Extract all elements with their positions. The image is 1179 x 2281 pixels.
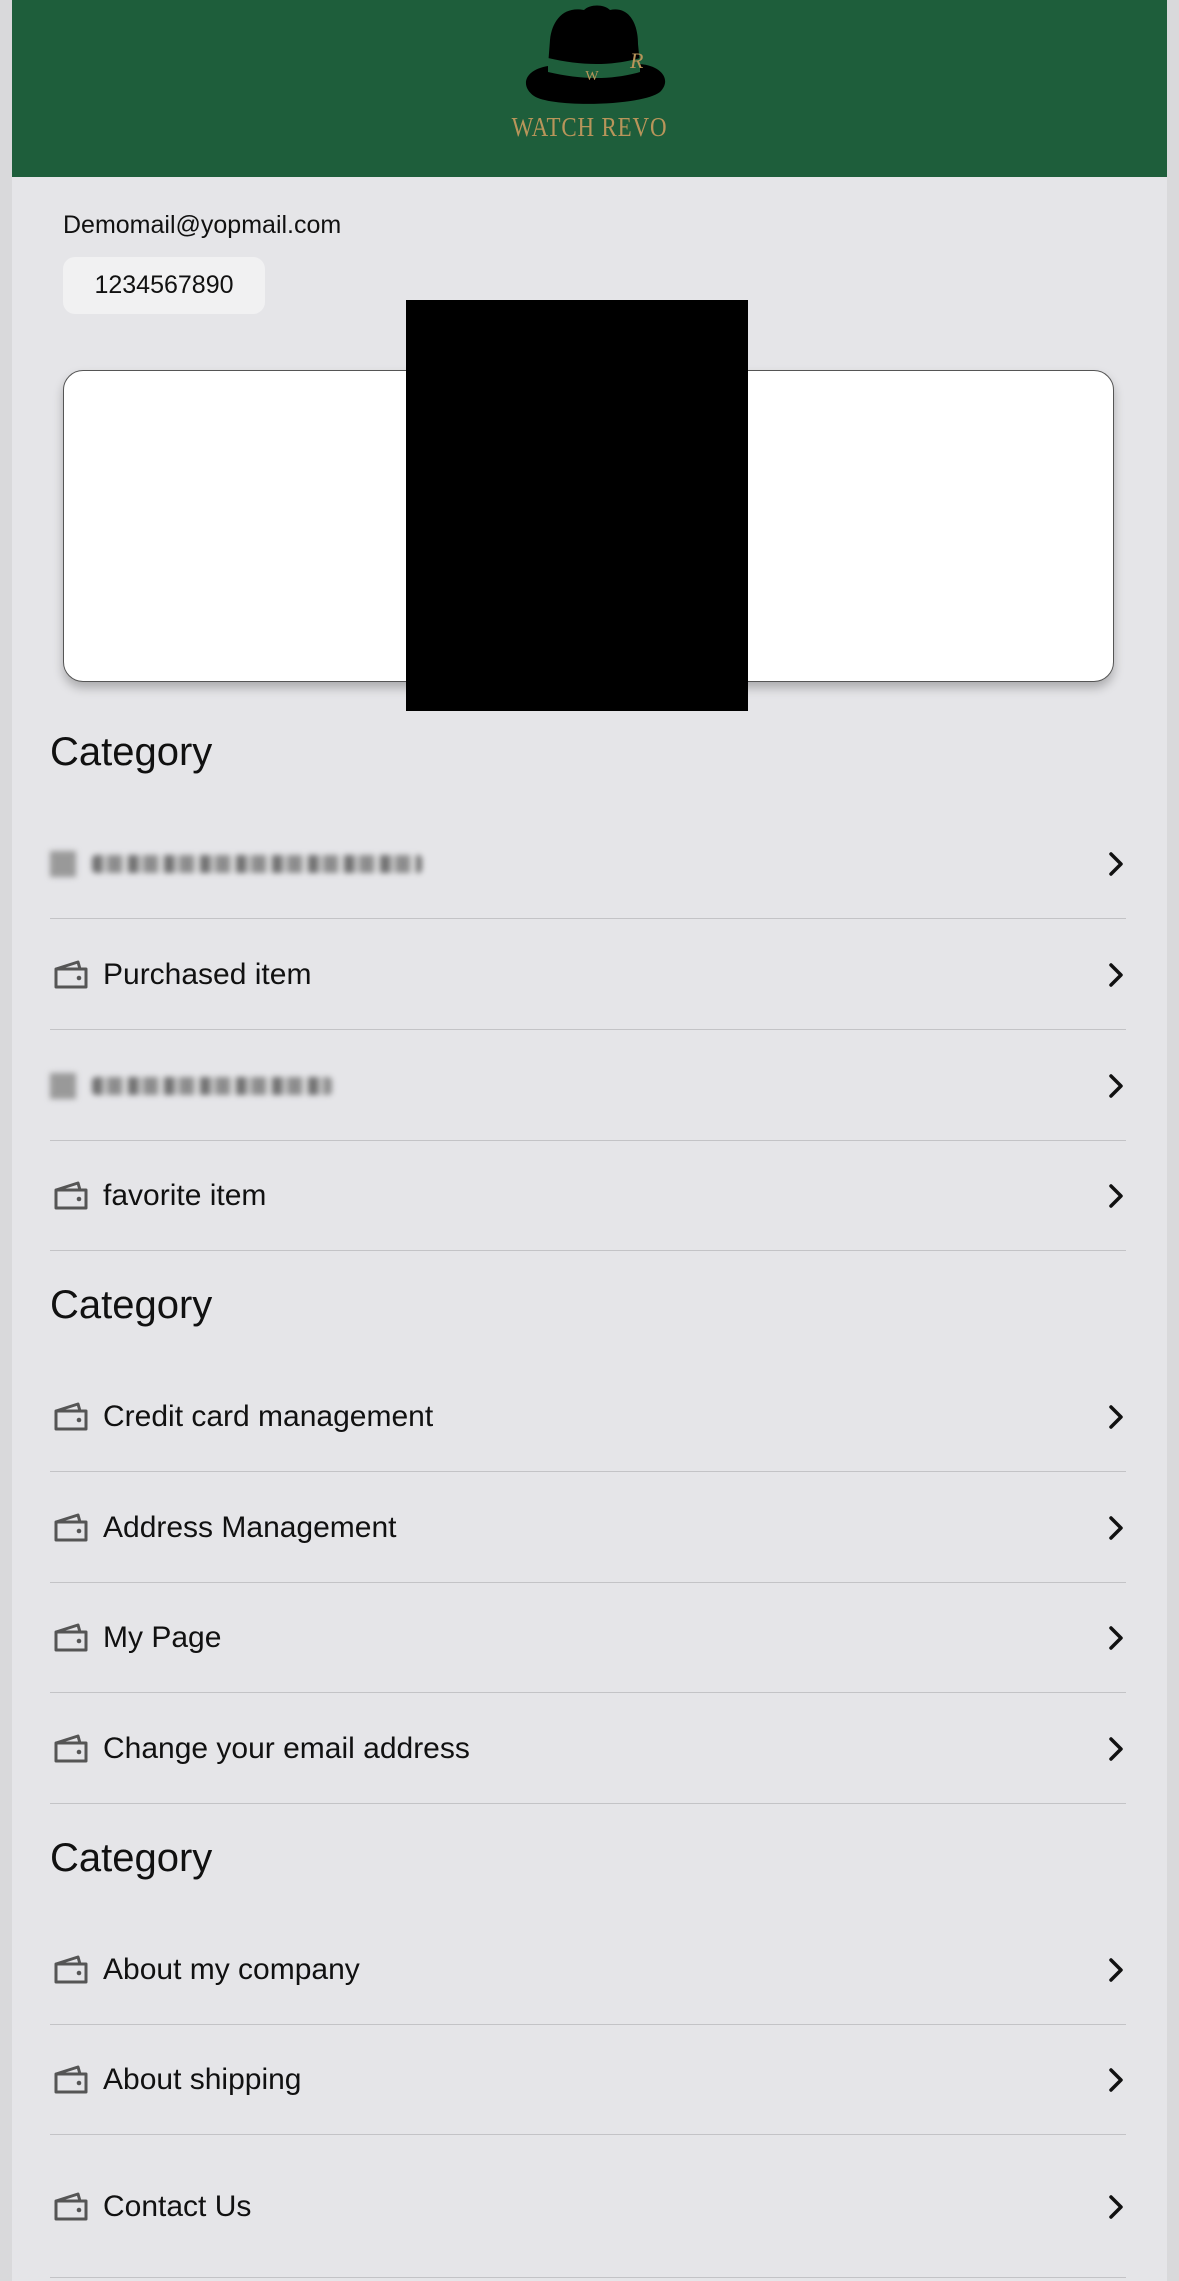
chevron-right-icon [1109,1183,1123,1208]
chevron-right-icon [1109,1736,1123,1761]
chevron-right-icon [1109,1625,1123,1650]
menu-item-label: About shipping [103,2062,302,2096]
chevron-right-icon [1109,962,1123,987]
blurred-icon [50,850,76,877]
wallet-icon [54,1181,88,1209]
menu-item-label: Change your email address [103,1731,470,1765]
menu-item-change-email[interactable]: Change your email address [50,1694,1126,1804]
section-title: Category [50,1283,213,1327]
chevron-right-icon [1109,851,1123,876]
chevron-right-icon [1109,1957,1123,1982]
menu-item-contact-us[interactable]: Contact Us [50,2136,1126,2278]
wallet-icon [54,960,88,988]
menu-item-label: My Page [103,1620,222,1654]
menu-item-label: Contact Us [103,2189,252,2223]
wallet-icon [54,1955,88,1983]
menu-item-about-shipping[interactable]: About shipping [50,2025,1126,2135]
menu-item-my-page[interactable]: My Page [50,1583,1126,1693]
user-email: Demomail@yopmail.com [63,211,342,239]
section-title: Category [50,1836,213,1880]
menu-item-blurred-1[interactable] [50,809,1126,919]
wallet-icon [54,2065,88,2093]
chevron-right-icon [1109,1515,1123,1540]
menu-item-about-company[interactable]: About my company [50,1915,1126,2025]
user-phone: 1234567890 [94,271,234,299]
menu-item-address[interactable]: Address Management [50,1473,1126,1583]
blurred-icon [50,1072,76,1099]
menu-item-label: Credit card management [103,1399,434,1433]
blurred-label [92,854,422,873]
chevron-right-icon [1109,2194,1123,2219]
menu-item-label: Address Management [103,1510,397,1544]
wallet-icon [54,1513,88,1541]
redacted-block [406,300,748,711]
svg-text:R: R [629,48,644,73]
menu-item-label: favorite item [103,1178,267,1212]
brand-name: WATCH REVO [511,112,668,142]
blurred-label [92,1076,332,1095]
wallet-icon [54,1623,88,1651]
menu-item-favorite[interactable]: favorite item [50,1141,1126,1251]
menu-item-credit-card[interactable]: Credit card management [50,1362,1126,1472]
app-screen: W R WATCH REVO Demomail@yopmail.com 1234… [12,0,1167,2281]
chevron-right-icon [1109,1404,1123,1429]
menu-item-label: Purchased item [103,957,312,991]
chevron-right-icon [1109,2067,1123,2092]
user-phone-chip[interactable]: 1234567890 [63,257,265,314]
svg-text:W: W [585,69,599,84]
chevron-right-icon [1109,1073,1123,1098]
app-header: W R WATCH REVO [12,0,1167,177]
wallet-icon [54,2192,88,2220]
menu-item-purchased[interactable]: Purchased item [50,920,1126,1030]
menu-item-label: About my company [103,1952,360,1986]
wallet-icon [54,1402,88,1430]
wallet-icon [54,1734,88,1762]
menu-item-blurred-2[interactable] [50,1031,1126,1141]
section-title: Category [50,730,213,774]
